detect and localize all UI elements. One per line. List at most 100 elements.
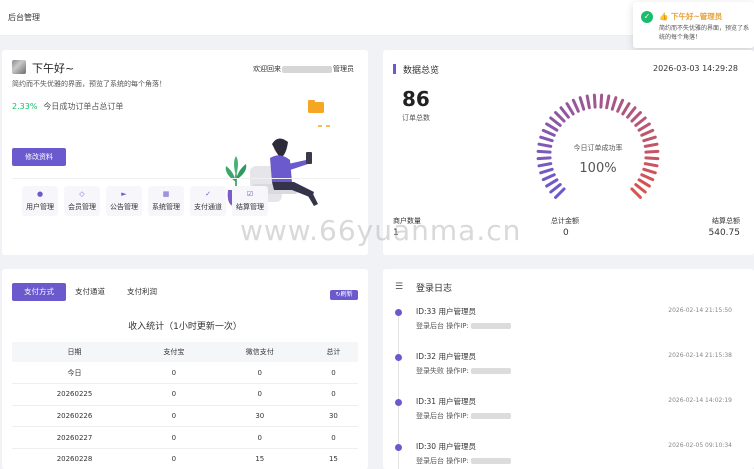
stat-value-settlement-total: 540.75: [708, 228, 741, 238]
table-cell: 0: [137, 426, 211, 449]
title-accent-bar: [393, 64, 396, 74]
grid-icon: ▦: [162, 190, 170, 198]
gauge-tick: [571, 98, 580, 113]
quick-link-label: 结算管理: [236, 203, 264, 211]
gauge-tick: [640, 128, 655, 137]
table-cell: 0: [210, 362, 309, 385]
refresh-button[interactable]: ↻刷新: [330, 290, 358, 300]
quick-link-label: 会员管理: [68, 203, 96, 211]
gauge-tick: [616, 98, 625, 113]
log-head: ID:32 用户管理员: [416, 352, 476, 361]
checkbox-icon: ☑: [246, 190, 254, 198]
gauge-tick: [643, 142, 659, 148]
toast-notification[interactable]: ✓ 👍 下午好~管理员 简约而不失优雅的界面，预览了系统的每个角落！: [633, 2, 754, 48]
gauge-tick: [549, 116, 562, 127]
log-desc: 登录后台 操作IP:: [416, 456, 511, 466]
table-cell: 15: [210, 448, 309, 469]
blurred-ip: [470, 413, 511, 419]
avatar: [12, 60, 26, 74]
table-cell: 20260227: [12, 426, 138, 449]
megaphone-icon: ►: [121, 190, 127, 198]
gauge-tick: [537, 142, 553, 148]
edit-profile-button[interactable]: 修改资料: [12, 148, 66, 166]
quick-link-user-management[interactable]: ● 用户管理: [22, 186, 58, 216]
log-time: 2026-02-14 21:15:38: [668, 352, 732, 359]
table-cell: 0: [137, 362, 211, 385]
quick-link-payment-channel[interactable]: ✓ 支付通道: [190, 186, 226, 216]
greeting-subtitle: 简约而不失优雅的界面，预览了系统的每个角落！: [12, 80, 166, 88]
quick-link-member-management[interactable]: ◇ 会员管理: [64, 186, 100, 216]
gauge-tick: [643, 162, 659, 168]
overview-datetime: 2026-03-03 14:29:28: [653, 64, 738, 73]
table-row: 20260227 0 0 0: [12, 426, 358, 449]
tab-payment-profit[interactable]: 支付利润: [120, 283, 164, 301]
gauge-tick: [599, 93, 604, 109]
gauge-tick: [545, 178, 559, 188]
gauge-tick: [565, 102, 575, 116]
column-header: 总计: [308, 342, 358, 362]
log-head: ID:33 用户管理员: [416, 307, 476, 316]
welcome-prefix: 欢迎回来: [253, 65, 281, 73]
overview-title: 数据总览: [403, 66, 440, 76]
timeline-dot: [395, 399, 402, 406]
log-time: 2026-02-14 21:15:50: [668, 307, 732, 314]
gauge-tick: [578, 96, 586, 111]
gauge-tick: [585, 94, 591, 110]
list-item: ID:31 用户管理员 2026-02-14 14:02:19 登录后台 操作I…: [383, 396, 754, 436]
gauge-tick: [640, 173, 655, 182]
orders-total-label: 订单总数: [402, 114, 430, 122]
orders-total: 86: [402, 87, 430, 111]
stat-value-total-amount: 0: [563, 228, 569, 238]
column-header: 支付宝: [137, 342, 211, 362]
table-cell: 0: [137, 405, 211, 428]
table-cell: 30: [210, 405, 309, 428]
list-icon: ☰: [395, 282, 404, 292]
divider: [12, 178, 360, 179]
log-desc: 登录失败 操作IP:: [416, 366, 511, 376]
gauge-tick: [621, 102, 631, 116]
stat-label-settlement-total: 结算总额: [712, 217, 740, 225]
quick-link-label: 系统管理: [152, 203, 180, 211]
gauge-tick: [537, 162, 553, 168]
quick-link-settlement-management[interactable]: ☑ 结算管理: [232, 186, 268, 216]
list-item: ID:32 用户管理员 2026-02-14 21:15:38 登录失败 操作I…: [383, 351, 754, 391]
table-row: 20260228 0 15 15: [12, 448, 358, 469]
gauge-tick: [554, 187, 566, 199]
timeline-dot: [395, 354, 402, 361]
log-desc-text: 登录失败 操作IP:: [416, 367, 469, 375]
gauge-tick: [541, 173, 556, 182]
quick-link-label: 用户管理: [26, 203, 54, 211]
log-head: ID:31 用户管理员: [416, 397, 476, 406]
log-time: 2026-02-05 09:10:34: [668, 442, 732, 449]
gauge-tick: [630, 111, 642, 123]
tab-payment-method[interactable]: 支付方式: [12, 283, 66, 301]
quick-link-announcement-management[interactable]: ► 公告管理: [106, 186, 142, 216]
log-desc-text: 登录后台 操作IP:: [416, 412, 469, 420]
gauge-tick: [549, 183, 562, 194]
gauge-tick: [626, 106, 637, 119]
watermark: www.66yuanma.cn: [240, 214, 522, 247]
user-icon: ●: [36, 190, 44, 198]
table-row: 20260225 0 0 0: [12, 383, 358, 406]
tab-payment-channel[interactable]: 支付通道: [68, 283, 112, 301]
table-row: 今日 0 0 0: [12, 362, 358, 385]
table-cell: 0: [308, 426, 358, 449]
gauge-tick: [541, 128, 556, 137]
gauge-tick: [605, 94, 611, 110]
table-cell: 20260225: [12, 383, 138, 406]
gauge-label: 今日订单成功率: [574, 143, 623, 152]
log-desc: 登录后台 操作IP:: [416, 321, 511, 331]
log-head: ID:30 用户管理员: [416, 442, 476, 451]
table-row: 20260226 0 30 30: [12, 405, 358, 428]
gauge-tick: [642, 167, 657, 175]
column-header: 日期: [12, 342, 138, 362]
success-rate-value: 2.33%: [12, 102, 38, 111]
list-item: ID:30 用户管理员 2026-02-05 09:10:34 登录后台 操作I…: [383, 441, 754, 469]
gauge-tick: [545, 122, 559, 132]
gauge-tick: [630, 187, 642, 199]
blurred-ip: [470, 368, 511, 374]
member-icon: ◇: [79, 190, 85, 198]
quick-link-system-management[interactable]: ▦ 系统管理: [148, 186, 184, 216]
list-item: ID:33 用户管理员 2026-02-14 21:15:50 登录后台 操作I…: [383, 306, 754, 346]
table-cell: 0: [210, 426, 309, 449]
